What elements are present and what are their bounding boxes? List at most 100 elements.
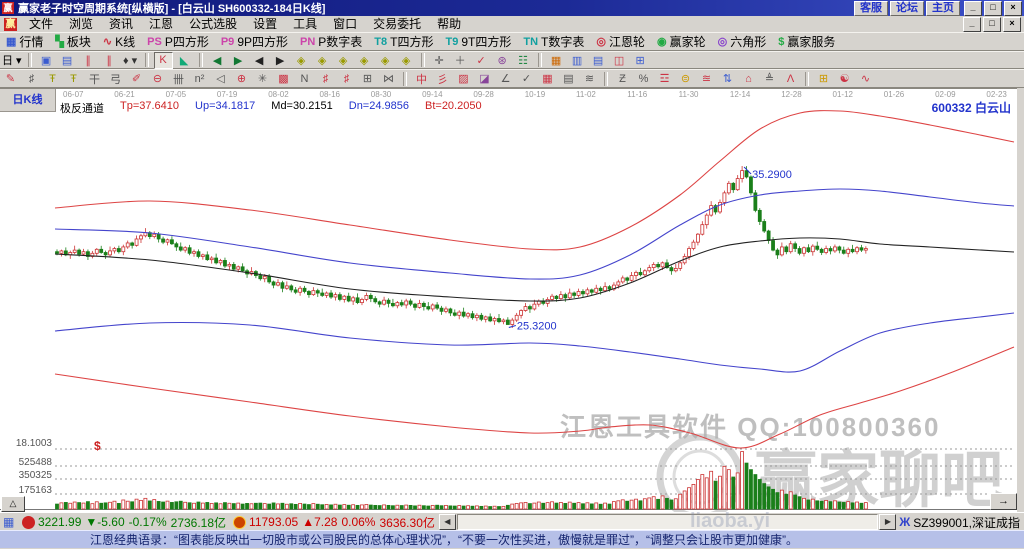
red-hatch-2-button[interactable]: ♯ <box>337 70 356 87</box>
zoom-diamond-2-button[interactable]: ◈ <box>313 52 332 69</box>
golden-section-button[interactable]: ☲ <box>655 70 674 87</box>
zoom-diamond-5-button[interactable]: ◈ <box>376 52 395 69</box>
updown-arrows-button[interactable]: ⇅ <box>718 70 737 87</box>
half-box-button[interactable]: ◪ <box>475 70 494 87</box>
tb1-p-number-table-button[interactable]: PNP数字表 <box>294 33 368 50</box>
circle-cycle-button[interactable]: ⊖ <box>148 70 167 87</box>
forum-button[interactable]: 论坛 <box>890 1 924 16</box>
square-numbers-button[interactable]: n² <box>190 70 209 87</box>
tb1-t-number-table-button[interactable]: TNT数字表 <box>517 33 590 50</box>
tb1-t-square-button[interactable]: T8T四方形 <box>368 33 439 50</box>
wedge-tool-button[interactable]: Ʌ <box>781 70 800 87</box>
data-export-button[interactable]: ⊞ <box>631 52 650 69</box>
quote-grid-icon[interactable]: ▦ <box>3 516 17 528</box>
fan-lines-button[interactable]: 彡 <box>433 70 452 87</box>
menu-工具[interactable]: 工具 <box>285 16 325 32</box>
shaded-box-button[interactable]: ▨ <box>454 70 473 87</box>
info-panel-button[interactable]: ▤ <box>58 52 77 69</box>
menu-公式选股[interactable]: 公式选股 <box>181 16 245 32</box>
roof-line-button[interactable]: ⌂ <box>739 70 758 87</box>
time-ruler-1-button[interactable]: Ŧ <box>43 70 62 87</box>
parallel-channel-button[interactable]: ≊ <box>697 70 716 87</box>
gann-tools-button[interactable]: ⊛ <box>493 52 512 69</box>
arc-tool-button[interactable]: 弓 <box>106 70 125 87</box>
color-grid-button[interactable]: ⊞ <box>814 70 833 87</box>
tb1-hexagon-button[interactable]: ◎六角形 <box>712 33 773 50</box>
red-grid-button[interactable]: ▩ <box>274 70 293 87</box>
scrollbar-right-arrow[interactable]: ▶ <box>879 514 896 530</box>
golden-circle-button[interactable]: ⊜ <box>676 70 695 87</box>
menu-文件[interactable]: 文件 <box>21 16 61 32</box>
time-price-node-button[interactable]: ⋈ <box>379 70 398 87</box>
check-lines-button[interactable]: ✓ <box>517 70 536 87</box>
zoom-diamond-3-button[interactable]: ◈ <box>334 52 353 69</box>
calendar-button[interactable]: ▦ <box>547 52 566 69</box>
yin-yang-button[interactable]: ☯ <box>835 70 854 87</box>
zoom-diamond-1-button[interactable]: ◈ <box>292 52 311 69</box>
bagua-tool-button[interactable]: ☷ <box>514 52 533 69</box>
tb1-gann-wheel-button[interactable]: ◎江恩轮 <box>590 33 651 50</box>
bar-counter-button[interactable]: 卌 <box>169 70 188 87</box>
tb1-9p-square-button[interactable]: P99P四方形 <box>215 33 294 50</box>
scrollbar-left-arrow[interactable]: ◀ <box>439 514 456 530</box>
pencil-tool-button[interactable]: ✎ <box>1 70 20 87</box>
triangle-wave-button[interactable]: ≜ <box>760 70 779 87</box>
time-ruler-2-button[interactable]: Ŧ <box>64 70 83 87</box>
scrollbar-track[interactable] <box>457 514 879 530</box>
step-forward-button[interactable]: ▶ <box>271 52 290 69</box>
zoom-diamond-4-button[interactable]: ◈ <box>355 52 374 69</box>
scroll-right-button[interactable]: → <box>990 493 1017 510</box>
customer-service-button[interactable]: 客服 <box>854 1 888 16</box>
goto-last-button[interactable]: ▶ <box>229 52 248 69</box>
wave-tool-button[interactable]: ≋ <box>580 70 599 87</box>
current-index-label[interactable]: SZ399001,深证成指 <box>913 514 1020 531</box>
tb1-9t-square-button[interactable]: T99T四方形 <box>439 33 517 50</box>
titlebar-close-button[interactable]: × <box>1004 1 1022 16</box>
step-back-button[interactable]: ◀ <box>250 52 269 69</box>
red-hatch-1-button[interactable]: ♯ <box>316 70 335 87</box>
period-day-dropdown-button[interactable]: 日 ▾ <box>1 52 23 69</box>
document-minimize-button[interactable]: _ <box>963 17 981 32</box>
homepage-button[interactable]: 主页 <box>926 1 960 16</box>
zoom-diamond-6-button[interactable]: ◈ <box>397 52 416 69</box>
menu-资讯[interactable]: 资讯 <box>101 16 141 32</box>
kline-toggle-button[interactable]: K <box>154 52 173 69</box>
tb1-winner-wheel-button[interactable]: ◉赢家轮 <box>651 33 712 50</box>
hatch-lines-button[interactable]: ♯ <box>22 70 41 87</box>
menu-江恩[interactable]: 江恩 <box>141 16 181 32</box>
document-restore-button[interactable]: □ <box>983 17 1001 32</box>
levels-box-button[interactable]: ▤ <box>559 70 578 87</box>
mini-candles-2-button[interactable]: ∥ <box>100 52 119 69</box>
price-ruler-button[interactable]: 干 <box>85 70 104 87</box>
crosshair-button[interactable]: ＋ <box>451 52 470 69</box>
pan-hand-button[interactable]: ✛ <box>430 52 449 69</box>
gann-grid-button[interactable]: ▦ <box>538 70 557 87</box>
target-tool-button[interactable]: ⊕ <box>232 70 251 87</box>
document-close-button[interactable]: × <box>1003 17 1021 32</box>
tb1-kline-button[interactable]: ∿K线 <box>97 33 141 50</box>
zigzag-tool-button[interactable]: Ν <box>295 70 314 87</box>
triangle-tool-button[interactable]: ◁ <box>211 70 230 87</box>
marker-pen-button[interactable]: ✐ <box>127 70 146 87</box>
expand-volume-button[interactable]: △ <box>1 496 25 512</box>
angle-tool-button[interactable]: ∠ <box>496 70 515 87</box>
goto-first-button[interactable]: ◀ <box>208 52 227 69</box>
titlebar-minimize-button[interactable]: _ <box>964 1 982 16</box>
gradient-flag-button[interactable]: ◣ <box>175 52 194 69</box>
zone-tool-button[interactable]: Ƶ <box>613 70 632 87</box>
stats-check-button[interactable]: ✓ <box>472 52 491 69</box>
menu-交易委托[interactable]: 交易委托 <box>365 16 429 32</box>
save-disk-button[interactable]: ◫ <box>610 52 629 69</box>
tb1-quotes-button[interactable]: ▦行情 <box>0 33 49 50</box>
candle-style-dropdown-button[interactable]: ♦ ▾ <box>121 52 140 69</box>
percent-ratio-button[interactable]: % <box>634 70 653 87</box>
menu-窗口[interactable]: 窗口 <box>325 16 365 32</box>
sine-wave-button[interactable]: ∿ <box>856 70 875 87</box>
tb1-winner-service-button[interactable]: $赢家服务 <box>772 33 841 50</box>
tb1-sectors-button[interactable]: ▚板块 <box>49 33 96 50</box>
box-grid-button[interactable]: ⊞ <box>358 70 377 87</box>
calculator-button[interactable]: ▥ <box>568 52 587 69</box>
screen-layout-button[interactable]: ▣ <box>37 52 56 69</box>
tb1-p-square-button[interactable]: PSP四方形 <box>141 33 215 50</box>
menu-浏览[interactable]: 浏览 <box>61 16 101 32</box>
